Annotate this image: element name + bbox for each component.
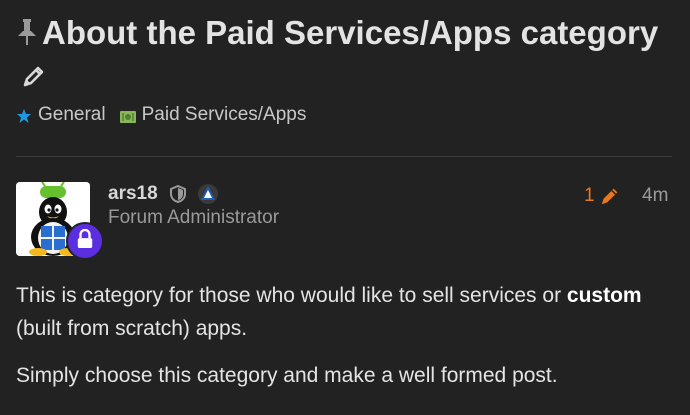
pin-icon xyxy=(16,13,38,45)
divider xyxy=(16,156,672,157)
category-link-general[interactable]: General xyxy=(16,104,106,126)
edit-history-button[interactable]: 1 xyxy=(584,185,621,207)
pencil-icon xyxy=(601,188,617,205)
edit-title-pencil-icon[interactable] xyxy=(22,56,46,87)
star-badge-icon xyxy=(16,108,32,123)
post-date[interactable]: 4m xyxy=(642,185,668,207)
post-body: This is category for those who would lik… xyxy=(16,279,676,406)
username-link[interactable]: ars18 xyxy=(108,183,158,205)
category-label-general: General xyxy=(38,104,106,125)
post-paragraph: This is category for those who would lik… xyxy=(16,284,642,340)
user-title: Forum Administrator xyxy=(108,207,280,228)
category-link-paid-services[interactable]: Paid Services/Apps xyxy=(119,104,307,126)
edit-count: 1 xyxy=(584,185,595,206)
category-label-paid-services: Paid Services/Apps xyxy=(141,104,307,125)
user-flair-icon xyxy=(197,184,218,204)
lock-badge xyxy=(66,222,104,260)
topic-title: About the Paid Services/Apps category xyxy=(16,12,676,96)
lock-icon xyxy=(76,228,94,254)
category-breadcrumb: General Paid Services/Apps xyxy=(16,104,320,126)
topic-title-text: About the Paid Services/Apps category xyxy=(42,14,659,51)
post-paragraph: Simply choose this category and make a w… xyxy=(16,364,558,387)
bold-text: custom xyxy=(566,284,642,307)
money-icon xyxy=(119,108,136,123)
shield-icon xyxy=(169,184,186,204)
post-author: ars18 xyxy=(108,183,218,205)
